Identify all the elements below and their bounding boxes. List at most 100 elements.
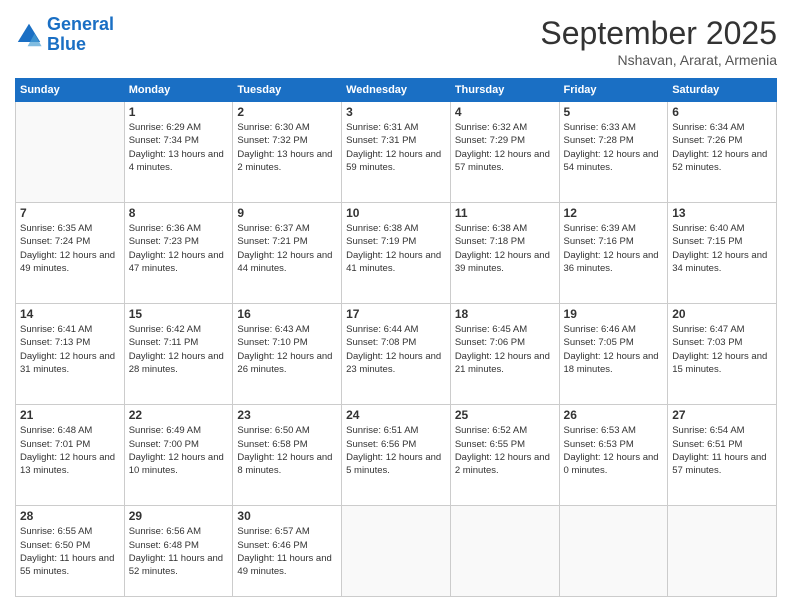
day-info: Sunrise: 6:47 AMSunset: 7:03 PMDaylight:… [672, 323, 772, 376]
calendar-cell [668, 506, 777, 597]
day-info: Sunrise: 6:30 AMSunset: 7:32 PMDaylight:… [237, 121, 337, 174]
calendar-week-1: 1 Sunrise: 6:29 AMSunset: 7:34 PMDaylight… [16, 102, 777, 203]
day-number: 26 [564, 408, 664, 422]
day-number: 7 [20, 206, 120, 220]
calendar-cell [16, 102, 125, 203]
day-info: Sunrise: 6:39 AMSunset: 7:16 PMDaylight:… [564, 222, 664, 275]
day-info: Sunrise: 6:40 AMSunset: 7:15 PMDaylight:… [672, 222, 772, 275]
day-number: 1 [129, 105, 229, 119]
column-header-tuesday: Tuesday [233, 79, 342, 102]
calendar-cell: 4Sunrise: 6:32 AMSunset: 7:29 PMDaylight… [450, 102, 559, 203]
day-number: 30 [237, 509, 337, 523]
day-info: Sunrise: 6:37 AMSunset: 7:21 PMDaylight:… [237, 222, 337, 275]
calendar-cell: 17Sunrise: 6:44 AMSunset: 7:08 PMDayligh… [342, 304, 451, 405]
day-number: 10 [346, 206, 446, 220]
day-number: 22 [129, 408, 229, 422]
day-info: Sunrise: 6:49 AMSunset: 7:00 PMDaylight:… [129, 424, 229, 477]
day-info: Sunrise: 6:56 AMSunset: 6:48 PMDaylight:… [129, 525, 229, 578]
day-number: 3 [346, 105, 446, 119]
day-info: Sunrise: 6:34 AMSunset: 7:26 PMDaylight:… [672, 121, 772, 174]
calendar-cell: 9 Sunrise: 6:37 AMSunset: 7:21 PMDaylight… [233, 203, 342, 304]
day-info: Sunrise: 6:43 AMSunset: 7:10 PMDaylight:… [237, 323, 337, 376]
day-number: 21 [20, 408, 120, 422]
title-block: September 2025 Nshavan, Ararat, Armenia [540, 15, 777, 68]
page: General Blue September 2025 Nshavan, Ara… [0, 0, 792, 612]
day-number: 19 [564, 307, 664, 321]
day-number: 20 [672, 307, 772, 321]
column-header-monday: Monday [124, 79, 233, 102]
day-number: 28 [20, 509, 120, 523]
logo-line1: General [47, 14, 114, 34]
calendar-cell: 22 Sunrise: 6:49 AMSunset: 7:00 PMDayligh… [124, 405, 233, 506]
logo-line2: Blue [47, 34, 86, 54]
calendar-cell: 24Sunrise: 6:51 AMSunset: 6:56 PMDayligh… [342, 405, 451, 506]
column-header-thursday: Thursday [450, 79, 559, 102]
month-title: September 2025 [540, 15, 777, 52]
day-info: Sunrise: 6:35 AMSunset: 7:24 PMDaylight:… [20, 222, 120, 275]
calendar-cell: 28 Sunrise: 6:55 AMSunset: 6:50 PMDayligh… [16, 506, 125, 597]
column-header-saturday: Saturday [668, 79, 777, 102]
calendar-cell: 15Sunrise: 6:42 AMSunset: 7:11 PMDayligh… [124, 304, 233, 405]
calendar-cell: 1 Sunrise: 6:29 AMSunset: 7:34 PMDaylight… [124, 102, 233, 203]
calendar-cell [559, 506, 668, 597]
day-info: Sunrise: 6:52 AMSunset: 6:55 PMDaylight:… [455, 424, 555, 477]
day-info: Sunrise: 6:57 AMSunset: 6:46 PMDaylight:… [237, 525, 337, 578]
subtitle: Nshavan, Ararat, Armenia [540, 52, 777, 68]
calendar-cell: 13 Sunrise: 6:40 AMSunset: 7:15 PMDayligh… [668, 203, 777, 304]
header: General Blue September 2025 Nshavan, Ara… [15, 15, 777, 68]
calendar-cell: 27 Sunrise: 6:54 AMSunset: 6:51 PMDayligh… [668, 405, 777, 506]
calendar-header-row: SundayMondayTuesdayWednesdayThursdayFrid… [16, 79, 777, 102]
calendar-cell: 23 Sunrise: 6:50 AMSunset: 6:58 PMDayligh… [233, 405, 342, 506]
calendar-cell: 3Sunrise: 6:31 AMSunset: 7:31 PMDaylight… [342, 102, 451, 203]
calendar-cell: 18 Sunrise: 6:45 AMSunset: 7:06 PMDayligh… [450, 304, 559, 405]
day-info: Sunrise: 6:29 AMSunset: 7:34 PMDaylight:… [129, 121, 229, 174]
day-info: Sunrise: 6:50 AMSunset: 6:58 PMDaylight:… [237, 424, 337, 477]
day-info: Sunrise: 6:53 AMSunset: 6:53 PMDaylight:… [564, 424, 664, 477]
day-info: Sunrise: 6:48 AMSunset: 7:01 PMDaylight:… [20, 424, 120, 477]
calendar-cell: 12 Sunrise: 6:39 AMSunset: 7:16 PMDayligh… [559, 203, 668, 304]
calendar-cell [450, 506, 559, 597]
day-number: 8 [129, 206, 229, 220]
day-number: 12 [564, 206, 664, 220]
calendar-week-5: 28 Sunrise: 6:55 AMSunset: 6:50 PMDayligh… [16, 506, 777, 597]
day-number: 14 [20, 307, 120, 321]
day-number: 18 [455, 307, 555, 321]
calendar-week-3: 14 Sunrise: 6:41 AMSunset: 7:13 PMDayligh… [16, 304, 777, 405]
day-number: 25 [455, 408, 555, 422]
calendar-cell: 30 Sunrise: 6:57 AMSunset: 6:46 PMDayligh… [233, 506, 342, 597]
day-info: Sunrise: 6:45 AMSunset: 7:06 PMDaylight:… [455, 323, 555, 376]
calendar-table: SundayMondayTuesdayWednesdayThursdayFrid… [15, 78, 777, 597]
day-number: 16 [237, 307, 337, 321]
calendar-cell: 5 Sunrise: 6:33 AMSunset: 7:28 PMDaylight… [559, 102, 668, 203]
calendar-cell: 26 Sunrise: 6:53 AMSunset: 6:53 PMDayligh… [559, 405, 668, 506]
calendar-cell: 14 Sunrise: 6:41 AMSunset: 7:13 PMDayligh… [16, 304, 125, 405]
day-info: Sunrise: 6:38 AMSunset: 7:18 PMDaylight:… [455, 222, 555, 275]
calendar-week-2: 7 Sunrise: 6:35 AMSunset: 7:24 PMDaylight… [16, 203, 777, 304]
calendar-cell [342, 506, 451, 597]
day-info: Sunrise: 6:55 AMSunset: 6:50 PMDaylight:… [20, 525, 120, 578]
logo: General Blue [15, 15, 114, 55]
calendar-cell: 20 Sunrise: 6:47 AMSunset: 7:03 PMDayligh… [668, 304, 777, 405]
calendar-cell: 25 Sunrise: 6:52 AMSunset: 6:55 PMDayligh… [450, 405, 559, 506]
day-number: 9 [237, 206, 337, 220]
calendar-cell: 8Sunrise: 6:36 AMSunset: 7:23 PMDaylight… [124, 203, 233, 304]
day-info: Sunrise: 6:51 AMSunset: 6:56 PMDaylight:… [346, 424, 446, 477]
calendar-cell: 11 Sunrise: 6:38 AMSunset: 7:18 PMDayligh… [450, 203, 559, 304]
day-info: Sunrise: 6:33 AMSunset: 7:28 PMDaylight:… [564, 121, 664, 174]
day-number: 13 [672, 206, 772, 220]
day-info: Sunrise: 6:41 AMSunset: 7:13 PMDaylight:… [20, 323, 120, 376]
day-number: 27 [672, 408, 772, 422]
day-number: 11 [455, 206, 555, 220]
calendar-cell: 2Sunrise: 6:30 AMSunset: 7:32 PMDaylight… [233, 102, 342, 203]
day-info: Sunrise: 6:54 AMSunset: 6:51 PMDaylight:… [672, 424, 772, 477]
day-info: Sunrise: 6:44 AMSunset: 7:08 PMDaylight:… [346, 323, 446, 376]
day-number: 5 [564, 105, 664, 119]
calendar-cell: 7 Sunrise: 6:35 AMSunset: 7:24 PMDaylight… [16, 203, 125, 304]
logo-text: General Blue [47, 15, 114, 55]
logo-icon [15, 21, 43, 49]
calendar-cell: 29Sunrise: 6:56 AMSunset: 6:48 PMDayligh… [124, 506, 233, 597]
calendar-week-4: 21 Sunrise: 6:48 AMSunset: 7:01 PMDayligh… [16, 405, 777, 506]
calendar-cell: 6Sunrise: 6:34 AMSunset: 7:26 PMDaylight… [668, 102, 777, 203]
day-number: 23 [237, 408, 337, 422]
calendar-cell: 21 Sunrise: 6:48 AMSunset: 7:01 PMDayligh… [16, 405, 125, 506]
